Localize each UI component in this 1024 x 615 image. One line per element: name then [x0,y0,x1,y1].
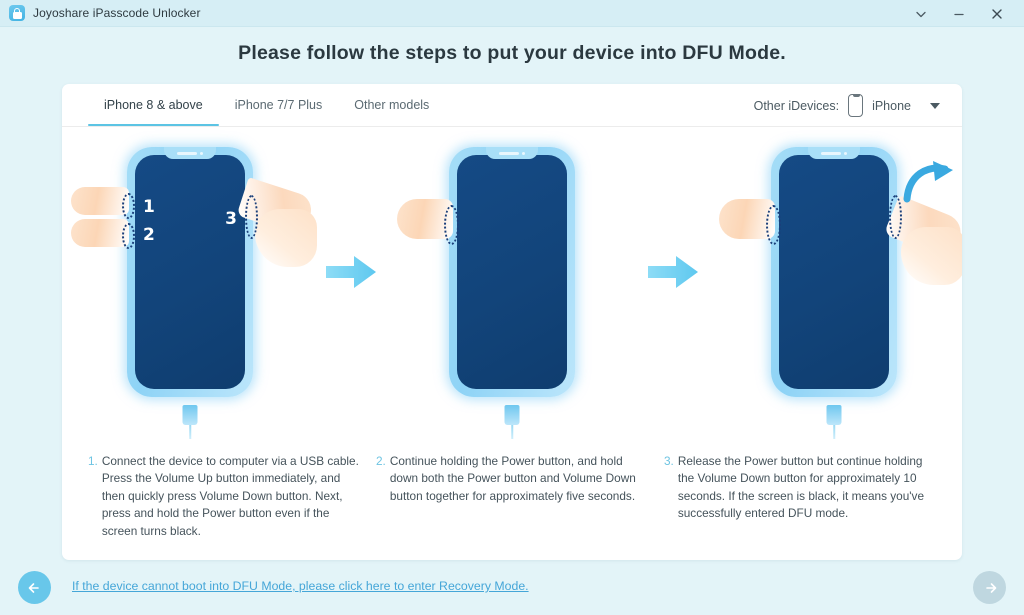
window-controls [902,0,1024,27]
flow-arrow-1 [316,254,386,290]
back-button[interactable] [18,571,51,604]
volume-up-marker [122,193,135,219]
step-text: Continue holding the Power button, and h… [389,453,636,503]
button-number-2: 2 [143,225,155,245]
step-index: 2. [376,453,386,468]
step-index: 1. [88,453,98,468]
next-button[interactable] [973,571,1006,604]
phone-graphic-1: 1 2 3 [71,147,317,425]
app-title: Joyoshare iPasscode Unlocker [33,6,201,20]
phone-graphic-3 [719,147,962,425]
phone-notch [808,147,860,159]
power-button-marker [245,195,258,239]
illustration-row: 1 2 3 [62,127,962,425]
tab-bar: iPhone 8 & above iPhone 7/7 Plus Other m… [62,84,962,127]
minimize-icon[interactable] [940,0,978,27]
steps-card: iPhone 8 & above iPhone 7/7 Plus Other m… [62,84,962,560]
tab-label: Other models [354,98,430,112]
device-picker-label: Other iDevices: [753,98,840,113]
step-item-1: 1. Connect the device to computer via a … [88,453,360,541]
flow-arrow-2 [638,254,708,290]
close-icon[interactable] [978,0,1016,27]
page-title: Please follow the steps to put your devi… [238,42,786,64]
phone-graphic-2 [397,147,575,425]
power-button-marker [889,195,902,239]
tab-other-models[interactable]: Other models [338,84,445,126]
menu-chevron-icon[interactable] [902,0,940,27]
curved-release-arrow-icon [903,161,953,203]
usb-connector-icon [182,405,198,425]
arrow-left-icon [28,582,39,593]
usb-connector-icon [504,405,520,425]
step-text: Connect the device to computer via a USB… [101,453,359,538]
arrow-right-icon [985,582,996,593]
volume-down-marker [122,223,135,249]
right-arrow-icon [326,256,376,288]
tab-label: iPhone 8 & above [104,98,203,112]
title-bar: Joyoshare iPasscode Unlocker [0,0,1024,27]
caret-down-icon[interactable] [930,102,940,109]
device-picker-value: iPhone [872,98,911,113]
bottom-bar: If the device cannot boot into DFU Mode,… [0,560,1024,615]
volume-down-marker [444,205,459,245]
phone-outline-icon [848,94,864,117]
step-text: Release the Power button but continue ho… [677,453,925,521]
button-number-3: 3 [225,209,237,229]
button-number-1: 1 [143,197,155,217]
volume-down-marker [766,205,781,245]
phone-notch [486,147,538,159]
right-arrow-icon [648,256,698,288]
recovery-mode-link[interactable]: If the device cannot boot into DFU Mode,… [72,579,529,593]
phone-notch [164,147,216,159]
illustration-step-1: 1 2 3 [64,132,317,425]
padlock-icon [9,5,25,21]
illustration-step-3 [708,132,962,425]
step-instructions: 1. Connect the device to computer via a … [62,453,962,561]
tab-iphone-8-and-above[interactable]: iPhone 8 & above [88,84,219,126]
illustration-step-2 [386,132,638,425]
step-item-3: 3. Release the Power button but continue… [664,453,936,541]
tab-label: iPhone 7/7 Plus [234,98,323,112]
tab-iphone-7-7-plus[interactable]: iPhone 7/7 Plus [219,84,339,126]
usb-connector-icon [826,405,842,425]
step-index: 3. [664,453,674,468]
step-item-2: 2. Continue holding the Power button, an… [376,453,648,541]
device-picker[interactable]: Other iDevices: iPhone [754,94,940,117]
